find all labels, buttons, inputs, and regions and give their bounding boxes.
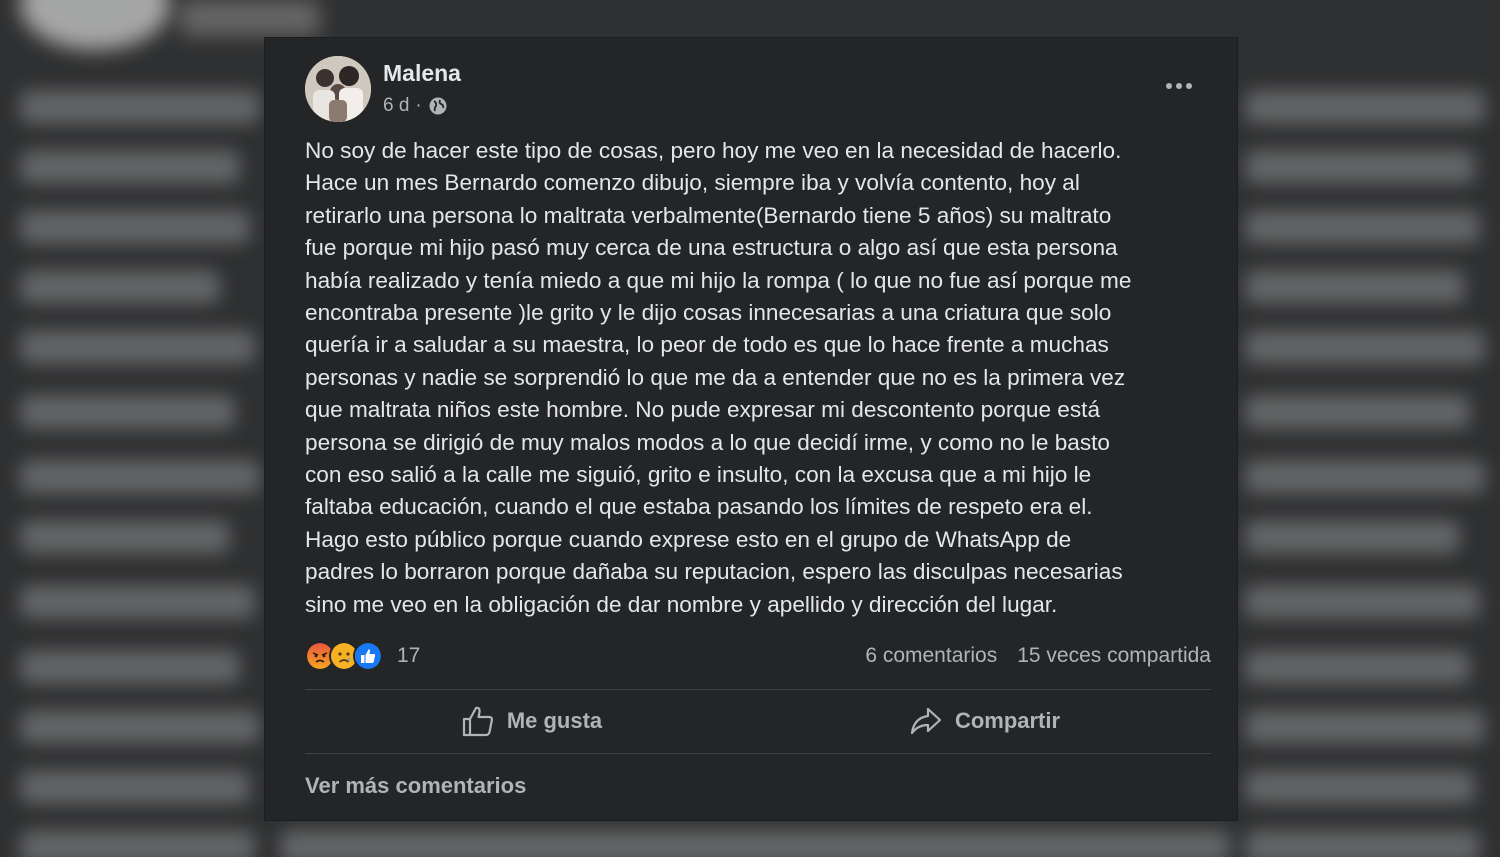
blurred-text <box>1245 710 1485 744</box>
blurred-text <box>20 90 260 124</box>
blurred-text <box>1245 330 1485 364</box>
post-text-line: No soy de hacer este tipo de cosas, pero… <box>305 138 1122 163</box>
avatar[interactable] <box>305 56 371 122</box>
blurred-text <box>1245 770 1475 804</box>
avatar-photo <box>305 56 371 122</box>
globe-icon <box>429 97 447 115</box>
post-text-line: persona se dirigió de muy malos modos a … <box>305 429 1111 455</box>
post-text-line: padres lo borraron porque dañaba su repu… <box>305 559 1123 585</box>
like-button[interactable]: Me gusta <box>305 690 758 752</box>
more-options-button[interactable] <box>1161 68 1197 104</box>
share-button[interactable]: Compartir <box>758 690 1211 752</box>
blurred-text <box>20 150 240 184</box>
blurred-text <box>1245 650 1470 684</box>
blurred-text <box>1245 830 1480 857</box>
dot-icon <box>1166 83 1172 89</box>
post-text-line: había realizado y tenía miedo a que mi h… <box>305 267 1132 293</box>
blurred-text <box>1245 150 1475 184</box>
post-text-line: retirarlo una persona lo maltrata verbal… <box>305 202 1112 228</box>
post-text-line: Hago esto público porque cuando exprese … <box>305 526 1072 552</box>
like-icon <box>353 641 383 671</box>
blurred-name <box>180 0 320 36</box>
blurred-text <box>20 770 250 804</box>
like-label: Me gusta <box>506 708 603 733</box>
post-text-line: Hace un mes Bernardo comenzo dibujo, sie… <box>305 170 1080 196</box>
blurred-text <box>1245 90 1485 124</box>
blurred-text <box>20 520 230 554</box>
blurred-text <box>20 710 260 744</box>
blurred-text <box>1245 210 1480 244</box>
blurred-text <box>20 830 255 857</box>
post-text-line: sino me veo en la obligación de dar nomb… <box>305 591 1058 617</box>
reaction-icons[interactable] <box>305 641 383 671</box>
post-time[interactable]: 6 d <box>383 95 409 117</box>
comments-count[interactable]: 6 comentarios <box>865 644 997 668</box>
dot-icon <box>1186 83 1192 89</box>
shares-count[interactable]: 15 veces compartida <box>1017 644 1211 668</box>
blurred-text <box>20 210 250 244</box>
blurred-text <box>20 650 240 684</box>
post-stats: 6 comentarios 15 veces compartida <box>865 644 1211 668</box>
post-card: Malena 6 d · No soy de hacer este tipo d… <box>264 37 1238 821</box>
post-text: No soy de hacer este tipo de cosas, pero… <box>305 135 1215 621</box>
divider <box>305 753 1211 754</box>
blurred-text <box>20 395 235 429</box>
post-text-line: que maltrata niños este hombre. No pude … <box>305 397 1101 423</box>
share-label: Compartir <box>954 708 1061 733</box>
post-text-line: quería ir a saludar a su maestra, lo peo… <box>305 332 1109 358</box>
blurred-text <box>20 585 255 619</box>
reaction-count[interactable]: 17 <box>397 644 420 668</box>
blurred-text <box>1245 520 1460 554</box>
blurred-text <box>1245 395 1470 429</box>
post-text-line: faltaba educación, cuando el que estaba … <box>305 494 1093 520</box>
dot-icon <box>1176 83 1182 89</box>
share-icon <box>910 707 942 735</box>
blurred-text <box>20 270 220 304</box>
author-name[interactable]: Malena <box>383 60 461 87</box>
blurred-text <box>280 830 1230 857</box>
blurred-text <box>1245 585 1480 619</box>
post-meta: 6 d · <box>383 95 448 117</box>
post-text-line: fue porque mi hijo pasó muy cerca de una… <box>305 235 1118 261</box>
blurred-text <box>1245 460 1485 494</box>
thumbs-up-icon <box>462 706 493 737</box>
meta-separator: · <box>415 95 422 116</box>
blurred-text <box>20 330 255 364</box>
view-more-comments-link[interactable]: Ver más comentarios <box>305 773 526 799</box>
blurred-avatar <box>20 0 170 50</box>
post-text-line: personas y nadie se sorprendió lo que me… <box>305 364 1126 390</box>
action-bar: Me gusta Compartir <box>305 690 1211 752</box>
post-text-line: encontraba presente )le grito y le dijo … <box>305 300 1112 326</box>
blurred-text <box>20 460 260 494</box>
post-text-line: con eso salió a la calle me siguió, grit… <box>305 462 1092 488</box>
blurred-text <box>1245 270 1465 304</box>
reactions-row: 17 6 comentarios 15 veces compartida <box>305 638 1211 674</box>
